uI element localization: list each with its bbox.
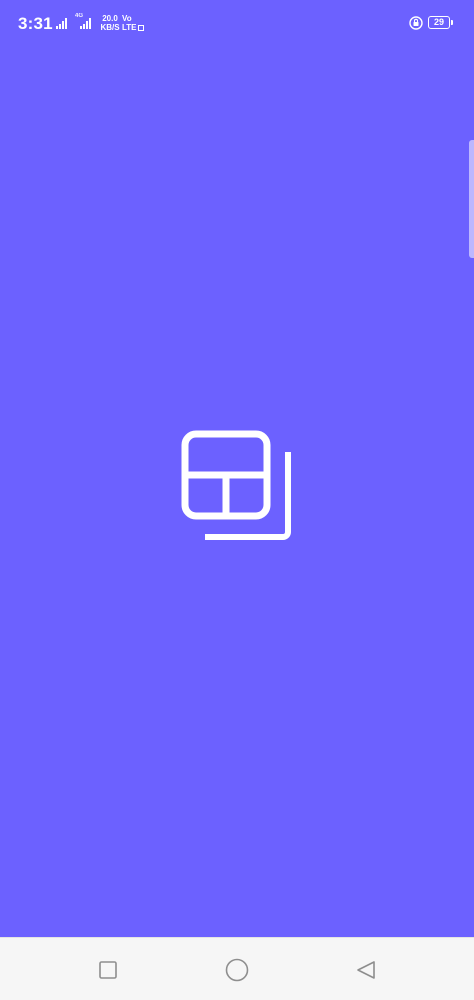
battery-icon: 29 bbox=[428, 16, 453, 29]
volte-indicator: Vo LTE bbox=[122, 14, 144, 32]
status-time: 3:31 bbox=[18, 14, 53, 33]
signal-strength-icon bbox=[56, 17, 70, 29]
triangle-back-icon bbox=[357, 961, 375, 979]
square-icon bbox=[99, 961, 117, 979]
lte-box-icon bbox=[137, 25, 144, 31]
edge-scroll-indicator[interactable] bbox=[469, 140, 474, 258]
network-speed-unit: KB/S bbox=[100, 23, 120, 32]
recents-button[interactable] bbox=[94, 956, 122, 984]
home-button[interactable] bbox=[223, 956, 251, 984]
battery-level: 29 bbox=[433, 17, 444, 27]
network-speed: 20.0 KB/S bbox=[99, 14, 121, 32]
circle-icon bbox=[225, 958, 249, 982]
status-bar: 3:31 4G 20.0 KB/S Vo LTE 29 bbox=[0, 0, 474, 48]
network-speed-value: 20.0 bbox=[102, 14, 118, 23]
back-button[interactable] bbox=[352, 956, 380, 984]
splash-screen bbox=[0, 48, 474, 937]
navigation-bar bbox=[0, 937, 474, 1000]
volte-bottom-label: LTE bbox=[122, 23, 137, 32]
signal-strength-2-icon bbox=[80, 17, 94, 29]
layout-gallery-icon bbox=[181, 430, 291, 540]
volte-top-label: Vo bbox=[122, 14, 132, 23]
rotation-lock-icon bbox=[409, 16, 423, 30]
